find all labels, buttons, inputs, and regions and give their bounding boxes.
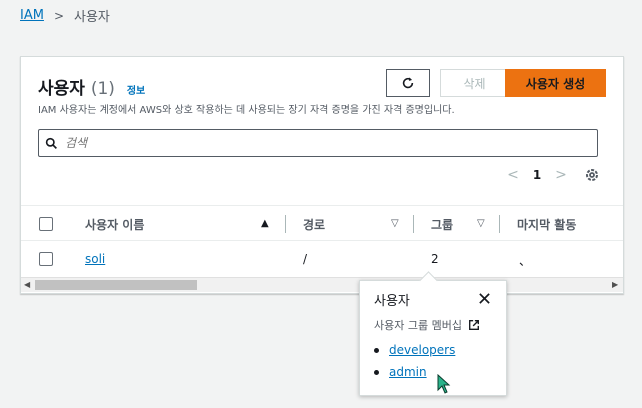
- chevron-right-icon: >: [53, 8, 65, 23]
- scrollbar-thumb[interactable]: [35, 280, 197, 290]
- select-all-checkbox[interactable]: [39, 217, 53, 231]
- column-divider[interactable]: [499, 215, 500, 233]
- pagination: < 1 >: [501, 167, 573, 183]
- user-count: (1): [90, 79, 115, 99]
- scroll-right-icon[interactable]: ▶: [612, 280, 618, 289]
- page-description: IAM 사용자는 계정에서 AWS와 상호 작용하는 데 사용되는 장기 자격 …: [38, 105, 455, 116]
- bullet-icon: [374, 369, 379, 375]
- chevron-right-icon[interactable]: >: [549, 167, 573, 183]
- username-link[interactable]: soli: [85, 252, 105, 266]
- popover-title: 사용자: [374, 294, 410, 309]
- path-cell: /: [303, 252, 308, 266]
- group-link-admin[interactable]: admin: [389, 365, 427, 379]
- groups-count-link[interactable]: 2: [431, 252, 439, 266]
- table-header: 사용자 이름 ▲ 경로 ▽ 그룹 ▽ 마지막 활동: [21, 205, 623, 241]
- column-header-path[interactable]: 경로: [303, 216, 325, 233]
- breadcrumb: IAM > 사용자: [20, 6, 110, 25]
- bullet-icon: [374, 347, 379, 353]
- search-icon: [39, 137, 63, 150]
- gear-icon[interactable]: [584, 167, 600, 187]
- title-text: 사용자: [38, 79, 85, 99]
- create-user-button[interactable]: 사용자 생성: [505, 69, 606, 97]
- search-input[interactable]: [63, 135, 567, 151]
- subtitle-text: 사용자 그룹 멤버십: [374, 319, 462, 332]
- groups-popover: 사용자 사용자 그룹 멤버십 developers admin: [359, 280, 507, 396]
- sort-icon[interactable]: ▽: [477, 218, 485, 229]
- page-number[interactable]: 1: [525, 168, 549, 182]
- column-header-groups[interactable]: 그룹: [431, 216, 453, 233]
- horizontal-scrollbar[interactable]: ◀ ▶: [21, 277, 623, 292]
- popover-subtitle[interactable]: 사용자 그룹 멤버십: [374, 317, 480, 333]
- delete-button[interactable]: 삭제: [440, 69, 509, 97]
- search-field[interactable]: [38, 129, 598, 157]
- breadcrumb-current: 사용자: [74, 10, 110, 25]
- breadcrumb-iam-link[interactable]: IAM: [20, 8, 44, 23]
- column-header-last-activity[interactable]: 마지막 활동: [517, 216, 576, 233]
- sort-icon[interactable]: ▽: [391, 218, 399, 229]
- last-activity-cell: 、: [519, 254, 532, 268]
- mouse-cursor-icon: [437, 373, 451, 398]
- sort-ascending-icon[interactable]: ▲: [261, 218, 269, 229]
- external-link-icon: [468, 320, 479, 330]
- users-panel: 사용자 (1) 정보 IAM 사용자는 계정에서 AWS와 상호 작용하는 데 …: [20, 56, 624, 294]
- refresh-button[interactable]: [386, 69, 430, 97]
- close-icon[interactable]: [478, 290, 491, 309]
- list-item: developers: [374, 343, 455, 357]
- column-header-username[interactable]: 사용자 이름: [85, 216, 144, 233]
- table-row: soli / 2 、: [21, 241, 623, 277]
- page-title: 사용자 (1) 정보: [38, 74, 145, 99]
- column-divider[interactable]: [285, 215, 286, 233]
- scroll-left-icon[interactable]: ◀: [24, 280, 30, 289]
- refresh-icon: [402, 77, 414, 89]
- chevron-left-icon[interactable]: <: [501, 167, 525, 183]
- group-link-developers[interactable]: developers: [389, 343, 455, 357]
- info-link[interactable]: 정보: [127, 86, 145, 97]
- row-checkbox[interactable]: [39, 252, 53, 266]
- column-divider[interactable]: [413, 215, 414, 233]
